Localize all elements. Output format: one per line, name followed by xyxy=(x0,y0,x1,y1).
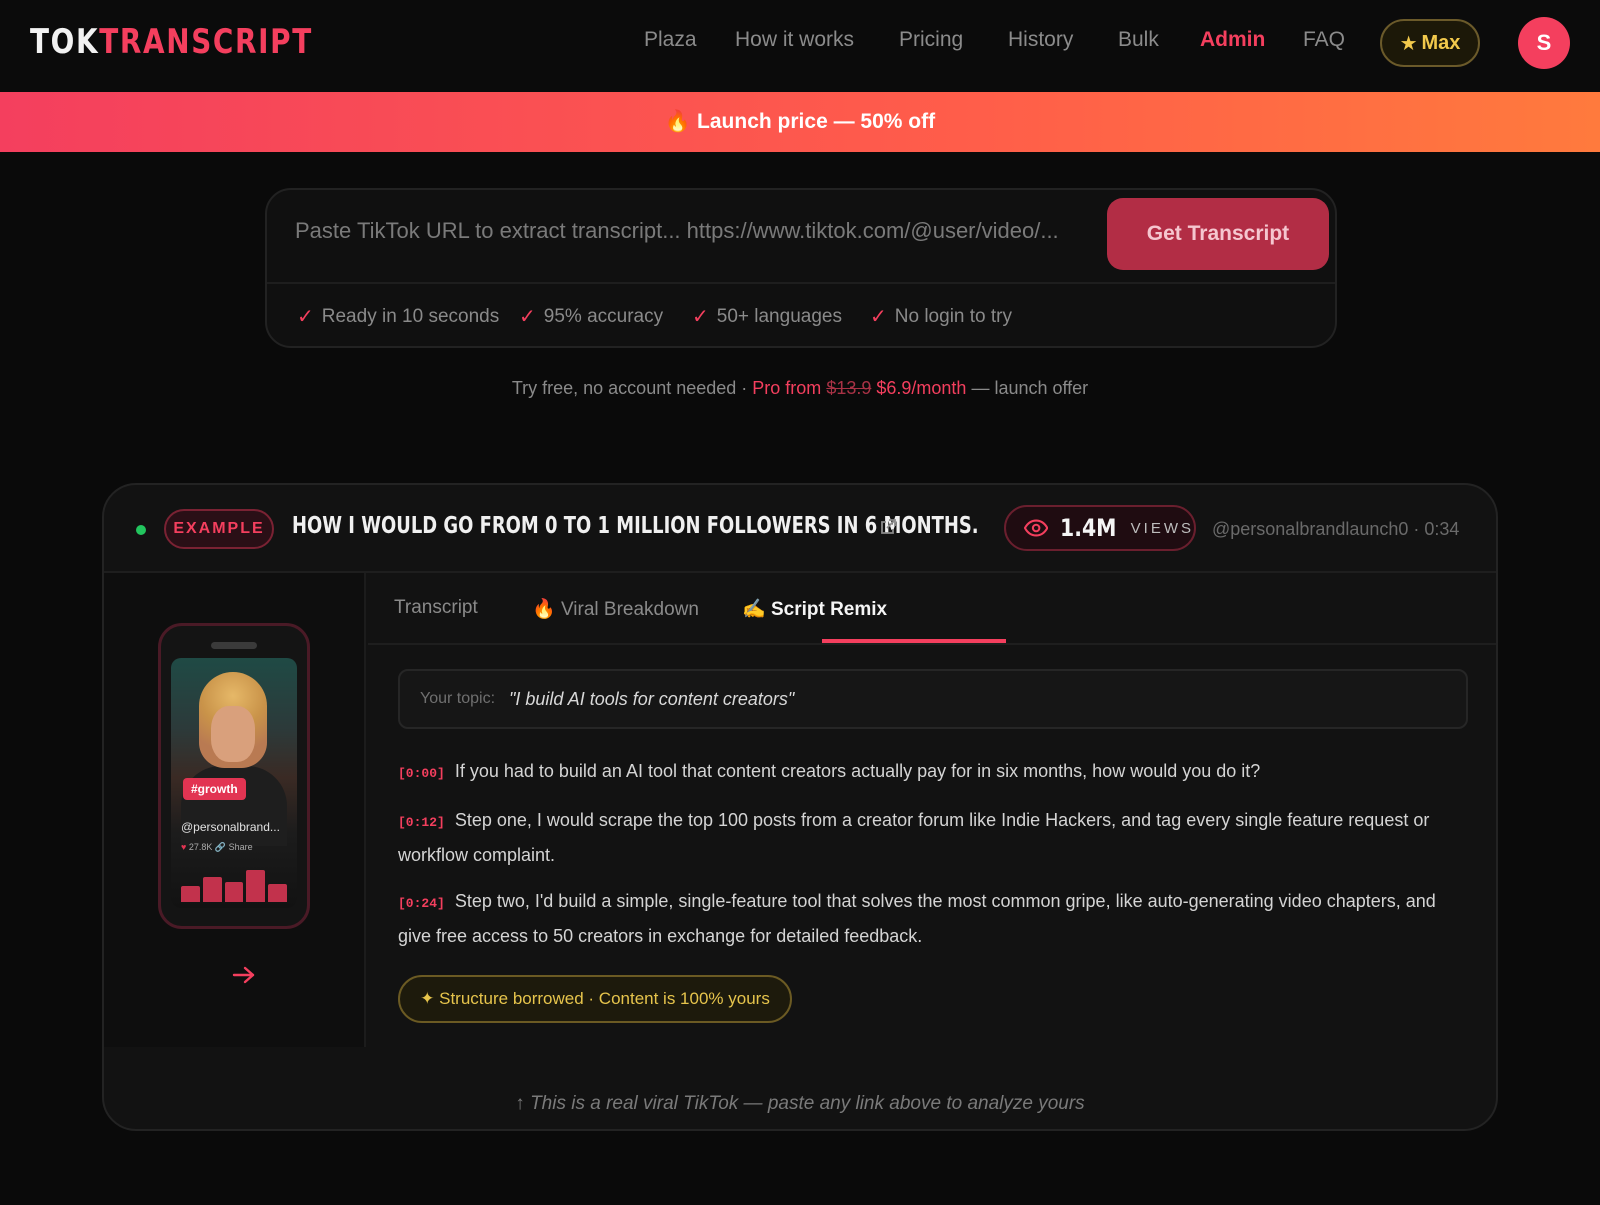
check-icon: ✓ xyxy=(870,306,887,328)
line-text: If you had to build an AI tool that cont… xyxy=(454,761,1261,781)
hashtag-tag: #growth xyxy=(183,778,246,800)
fire-icon: 🔥 xyxy=(664,110,692,133)
timestamp[interactable]: [0:00] xyxy=(398,766,445,781)
logo-part2: TRANSCRIPT xyxy=(99,22,313,62)
line-text: Step one, I would scrape the top 100 pos… xyxy=(398,810,1430,865)
views-label: VIEWS xyxy=(1130,519,1194,537)
waveform-bars xyxy=(181,866,287,902)
phone-notch xyxy=(211,642,257,649)
tab-label: Viral Breakdown xyxy=(560,599,699,620)
feature-label: 50+ languages xyxy=(716,305,842,327)
script-line: [0:00] If you had to build an AI tool tha… xyxy=(398,755,1468,790)
check-icon: ✓ xyxy=(692,306,709,328)
topic-label: Your topic: xyxy=(420,690,496,707)
nav-faq[interactable]: FAQ xyxy=(1303,28,1345,60)
nav-pricing[interactable]: Pricing xyxy=(899,28,963,60)
thumbnail-stats: ♥ 27.8K 🔗 Share xyxy=(181,842,253,853)
example-card: EXAMPLE HOW I WOULD GO FROM 0 TO 1 MILLI… xyxy=(102,483,1498,1131)
check-icon: ✓ xyxy=(519,306,536,328)
max-plan-button[interactable]: ★ Max xyxy=(1380,19,1480,67)
script-line: [0:24] Step two, I'd build a simple, sing… xyxy=(398,885,1468,952)
tagline-suffix: — launch offer xyxy=(966,378,1089,398)
top-navbar: TOKTRANSCRIPT Plaza How it works Pricing… xyxy=(0,0,1600,92)
max-label: Max xyxy=(1421,31,1461,54)
pro-from-link[interactable]: Pro from $13.9 $6.9/month xyxy=(752,378,966,398)
tab-script-remix[interactable]: ✍️ Script Remix xyxy=(742,597,887,621)
nav-history[interactable]: History xyxy=(1008,28,1073,60)
feature-label: No login to try xyxy=(894,305,1012,327)
topic-value: "I build AI tools for content creators" xyxy=(509,688,795,709)
user-avatar[interactable]: S xyxy=(1518,17,1570,69)
divider xyxy=(267,282,1335,284)
video-preview-pane: #growth @personalbrand... ♥ 27.8K 🔗 Shar… xyxy=(104,573,366,1047)
topic-field[interactable]: Your topic: "I build AI tools for conten… xyxy=(398,669,1468,729)
check-icon: ✓ xyxy=(297,306,314,328)
views-number: 1.4M xyxy=(1060,514,1117,542)
feature-label: Ready in 10 seconds xyxy=(321,305,500,327)
eye-icon xyxy=(1024,519,1049,537)
video-thumbnail: #growth @personalbrand... ♥ 27.8K 🔗 Shar… xyxy=(171,658,297,908)
content-tabs: Transcript 🔥 Viral Breakdown ✍️ Script R… xyxy=(368,573,1496,645)
tab-label: Script Remix xyxy=(770,599,888,620)
thumbnail-handle: @personalbrand... xyxy=(181,820,280,834)
nav-bulk[interactable]: Bulk xyxy=(1118,28,1159,60)
waveform-bar xyxy=(224,882,244,902)
live-dot xyxy=(136,525,146,535)
fire-icon: 🔥 xyxy=(532,599,556,620)
nav-admin[interactable]: Admin xyxy=(1200,28,1265,60)
tab-label: Transcript xyxy=(394,597,478,618)
writing-hand-icon: ✍️ xyxy=(742,599,766,620)
script-line: [0:12] Step one, I would scrape the top 1… xyxy=(398,804,1468,871)
tiktok-url-input[interactable]: Paste TikTok URL to extract transcript..… xyxy=(295,218,1085,258)
pricing-tagline: Try free, no account needed · Pro from $… xyxy=(0,378,1600,399)
views-badge: 1.4M VIEWS xyxy=(1004,505,1196,551)
example-header: EXAMPLE HOW I WOULD GO FROM 0 TO 1 MILLI… xyxy=(104,485,1496,573)
arrow-right-icon[interactable] xyxy=(232,965,256,985)
feature-item: ✓ No login to try xyxy=(870,304,1012,329)
banner-text: Launch price — 50% off xyxy=(697,110,936,133)
example-footnote: ↑ This is a real viral TikTok — paste an… xyxy=(515,1093,1085,1114)
waveform-bar xyxy=(268,884,287,902)
feature-item: ✓ 95% accuracy xyxy=(519,304,663,329)
feature-item: ✓ Ready in 10 seconds xyxy=(297,304,499,329)
video-title: HOW I WOULD GO FROM 0 TO 1 MILLION FOLLO… xyxy=(292,513,979,539)
feature-item: ✓ 50+ languages xyxy=(692,304,842,329)
nav-how-it-works[interactable]: How it works xyxy=(735,28,854,60)
tab-viral-breakdown[interactable]: 🔥 Viral Breakdown xyxy=(532,597,699,621)
waveform-bar xyxy=(202,876,222,902)
active-tab-indicator xyxy=(822,639,1006,643)
feature-label: 95% accuracy xyxy=(543,305,664,327)
author-info: @personalbrandlaunch0 · 0:34 xyxy=(1212,519,1460,539)
structure-borrowed-badge: ✦ Structure borrowed · Content is 100% y… xyxy=(398,975,792,1023)
tab-transcript[interactable]: Transcript xyxy=(394,597,478,619)
heart-icon: ♥ xyxy=(181,842,187,852)
phone-mockup[interactable]: #growth @personalbrand... ♥ 27.8K 🔗 Shar… xyxy=(158,623,310,929)
remix-script: [0:00] If you had to build an AI tool tha… xyxy=(398,755,1468,966)
likes-count: 27.8K xyxy=(188,842,213,852)
logo-part1: TOK xyxy=(30,22,100,62)
thumbnail-face xyxy=(211,706,255,762)
external-link-icon[interactable] xyxy=(878,517,898,537)
line-text: Step two, I'd build a simple, single-fea… xyxy=(398,891,1436,946)
timestamp[interactable]: [0:24] xyxy=(398,896,445,911)
get-transcript-button[interactable]: Get Transcript xyxy=(1107,198,1329,270)
waveform-bar xyxy=(246,869,266,902)
old-price: $13.9 xyxy=(826,378,872,398)
pro-from-label: Pro from xyxy=(752,378,822,398)
search-card: Paste TikTok URL to extract transcript..… xyxy=(265,188,1337,348)
tagline-prefix: Try free, no account needed · xyxy=(511,378,753,398)
share-icon: 🔗 xyxy=(214,842,227,852)
star-icon: ★ xyxy=(1399,32,1418,55)
new-price: $6.9/month xyxy=(876,378,967,398)
timestamp[interactable]: [0:12] xyxy=(398,815,445,830)
launch-banner[interactable]: 🔥 Launch price — 50% off xyxy=(0,92,1600,152)
nav-plaza[interactable]: Plaza xyxy=(644,28,697,60)
share-label: Share xyxy=(228,842,253,852)
example-badge: EXAMPLE xyxy=(164,509,274,549)
logo[interactable]: TOKTRANSCRIPT xyxy=(30,22,313,62)
waveform-bar xyxy=(181,885,200,902)
